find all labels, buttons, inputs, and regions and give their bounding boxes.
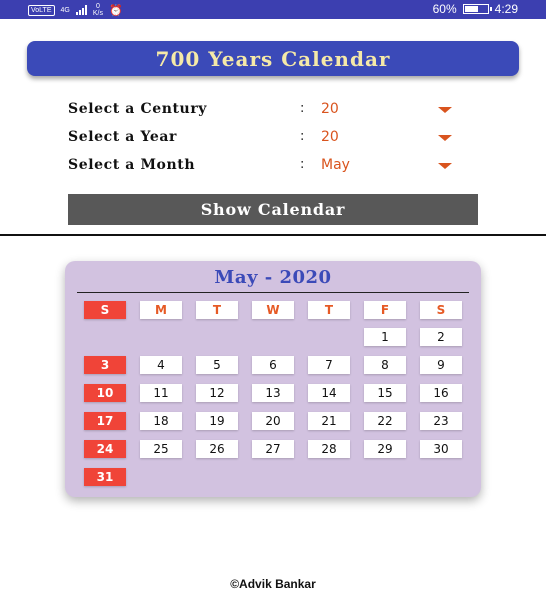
calendar-day[interactable]: 27 (252, 440, 294, 458)
signal-icon (75, 5, 87, 15)
calendar-day[interactable]: 20 (252, 412, 294, 430)
century-colon: : (300, 101, 305, 116)
century-dropdown[interactable]: 20 (321, 101, 339, 117)
calendar-day[interactable]: 23 (420, 412, 462, 430)
calendar-day[interactable]: 11 (140, 384, 182, 402)
chevron-down-icon[interactable] (438, 107, 452, 113)
network-speed-value: 0 (95, 3, 100, 10)
month-select-row[interactable]: Select a Month : May (68, 157, 458, 181)
calendar-day[interactable]: 22 (364, 412, 406, 430)
page-title: 700 Years Calendar (155, 46, 391, 71)
weekday-header: F (364, 301, 406, 319)
calendar-day[interactable]: 13 (252, 384, 294, 402)
calendar-day[interactable]: 10 (84, 384, 126, 402)
century-select-row[interactable]: Select a Century : 20 (68, 101, 458, 125)
chevron-down-icon[interactable] (438, 135, 452, 141)
calendar-day[interactable]: 25 (140, 440, 182, 458)
calendar-day[interactable]: 29 (364, 440, 406, 458)
calendar-day[interactable]: 14 (308, 384, 350, 402)
year-dropdown[interactable]: 20 (321, 129, 339, 145)
calendar-day[interactable]: 2 (420, 328, 462, 346)
status-bar: VoLTE 4G 0 K/s ⏰ 60% 4:29 (0, 0, 546, 19)
show-calendar-button[interactable]: Show Calendar (68, 194, 478, 225)
month-colon: : (300, 157, 305, 172)
weekday-header: S (420, 301, 462, 319)
calendar-day[interactable]: 31 (84, 468, 126, 486)
calendar-day[interactable]: 5 (196, 356, 238, 374)
calendar-day[interactable]: 3 (84, 356, 126, 374)
weekday-header: T (308, 301, 350, 319)
month-dropdown[interactable]: May (321, 157, 350, 173)
status-bar-left: VoLTE 4G 0 K/s ⏰ (28, 3, 123, 17)
chevron-down-icon[interactable] (438, 163, 452, 169)
calendar-day[interactable]: 8 (364, 356, 406, 374)
status-bar-right: 60% 4:29 (433, 2, 518, 16)
network-speed: 0 K/s (93, 3, 103, 17)
calendar-day[interactable]: 18 (140, 412, 182, 430)
battery-icon (462, 4, 492, 14)
network-speed-unit: K/s (92, 10, 103, 17)
calendar-day[interactable]: 16 (420, 384, 462, 402)
weekday-header: S (84, 301, 126, 319)
century-label: Select a Century (68, 101, 208, 117)
calendar-title: May - 2020 (214, 267, 332, 288)
divider (0, 234, 546, 236)
calendar-day[interactable]: 15 (364, 384, 406, 402)
year-colon: : (300, 129, 305, 144)
weekday-header: M (140, 301, 182, 319)
calendar-day[interactable]: 4 (140, 356, 182, 374)
calendar-day[interactable]: 19 (196, 412, 238, 430)
calendar-day[interactable]: 7 (308, 356, 350, 374)
title-banner: 700 Years Calendar (27, 41, 519, 76)
weekday-header: W (252, 301, 294, 319)
alarm-clock-icon: ⏰ (108, 4, 123, 17)
calendar-day[interactable]: 12 (196, 384, 238, 402)
footer-credit: ©Advik Bankar (230, 577, 316, 591)
calendar-day[interactable]: 17 (84, 412, 126, 430)
calendar-day[interactable]: 6 (252, 356, 294, 374)
calendar-day[interactable]: 9 (420, 356, 462, 374)
volte-icon: VoLTE (28, 4, 55, 16)
clock-time: 4:29 (494, 2, 518, 16)
calendar-day[interactable]: 1 (364, 328, 406, 346)
calendar-day[interactable]: 28 (308, 440, 350, 458)
battery-percent: 60% (432, 2, 457, 16)
network-type: 4G (60, 6, 70, 14)
calendar-day[interactable]: 24 (84, 440, 126, 458)
calendar-day[interactable]: 30 (420, 440, 462, 458)
month-label: Select a Month (68, 157, 196, 173)
year-label: Select a Year (68, 129, 177, 145)
weekday-header: T (196, 301, 238, 319)
calendar-card: May - 2020 S M T W T F S 1 2 3 4 5 6 7 8 9 10 11 12 13 14 15 1… (65, 261, 481, 497)
calendar-day[interactable]: 21 (308, 412, 350, 430)
calendar-day[interactable]: 26 (196, 440, 238, 458)
calendar-divider (77, 292, 469, 293)
year-select-row[interactable]: Select a Year : 20 (68, 129, 458, 153)
